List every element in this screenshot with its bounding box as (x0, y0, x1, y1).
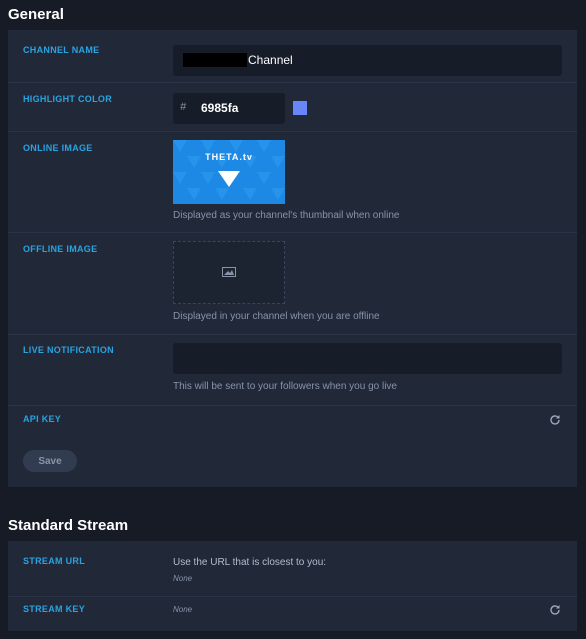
redacted-name-block (183, 53, 247, 67)
live-notification-help: This will be sent to your followers when… (173, 381, 397, 392)
stream-key-row: STREAM KEY None (8, 597, 577, 631)
hash-prefix: # (180, 101, 187, 113)
thumbnail-pattern (173, 140, 285, 200)
stream-key-refresh-icon[interactable] (549, 604, 561, 616)
standard-stream-section-title: Standard Stream (8, 517, 129, 534)
channel-name-label: CHANNEL NAME (23, 45, 100, 55)
online-image-thumbnail[interactable]: THETA.tv (173, 140, 285, 204)
standard-stream-panel: STREAM URL Use the URL that is closest t… (8, 541, 577, 631)
refresh-icon (550, 415, 560, 425)
offline-image-help: Displayed in your channel when you are o… (173, 311, 380, 322)
online-image-label: ONLINE IMAGE (23, 143, 93, 153)
stream-url-row: STREAM URL Use the URL that is closest t… (8, 541, 577, 596)
live-notification-input[interactable] (173, 343, 562, 374)
highlight-color-row: HIGHLIGHT COLOR # 6985fa (8, 83, 577, 131)
stream-key-value: None (173, 605, 193, 614)
api-key-refresh-icon[interactable] (549, 414, 561, 426)
theta-logo-text: THETA.tv (205, 152, 253, 162)
general-panel: CHANNEL NAME Channel HIGHLIGHT COLOR # 6… (8, 30, 577, 487)
refresh-icon (550, 605, 560, 615)
stream-url-value: None (173, 574, 193, 583)
offline-image-label: OFFLINE IMAGE (23, 244, 98, 254)
theta-logo-mark (218, 171, 240, 187)
online-image-help: Displayed as your channel's thumbnail wh… (173, 210, 400, 221)
live-notification-row: LIVE NOTIFICATION This will be sent to y… (8, 335, 577, 405)
stream-url-label: STREAM URL (23, 556, 85, 566)
image-placeholder-icon (222, 267, 236, 277)
stream-url-help: Use the URL that is closest to you: (173, 557, 327, 568)
online-image-row: ONLINE IMAGE THETA.tv Displayed as your … (8, 132, 577, 232)
channel-name-row: CHANNEL NAME Channel (8, 30, 577, 82)
channel-name-value: Channel (248, 53, 293, 67)
offline-image-row: OFFLINE IMAGE Displayed in your channel … (8, 233, 577, 333)
offline-image-upload[interactable] (173, 241, 285, 304)
save-button[interactable]: Save (23, 450, 77, 472)
highlight-color-input[interactable]: # 6985fa (173, 93, 285, 124)
general-section-title: General (8, 6, 64, 23)
api-key-label: API KEY (23, 414, 62, 424)
highlight-color-label: HIGHLIGHT COLOR (23, 94, 112, 104)
color-swatch[interactable] (293, 101, 307, 115)
api-key-row: API KEY (8, 406, 577, 436)
highlight-color-value: 6985fa (201, 101, 239, 115)
channel-name-input[interactable]: Channel (173, 45, 562, 76)
stream-key-label: STREAM KEY (23, 604, 86, 614)
live-notification-label: LIVE NOTIFICATION (23, 345, 114, 355)
